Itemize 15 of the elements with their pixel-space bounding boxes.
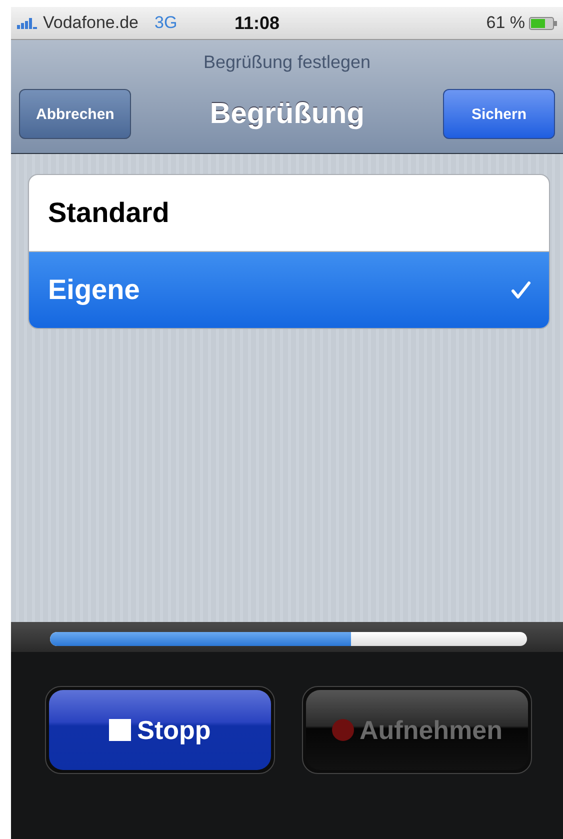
battery-percent: 61 % [486,13,525,33]
network-type: 3G [154,13,178,33]
save-button[interactable]: Sichern [442,89,555,139]
option-row[interactable]: Eigene [29,252,549,328]
checkmark-icon [511,281,531,299]
clock: 11:08 [234,12,280,34]
battery-icon [528,16,557,30]
signal-icon [17,17,39,29]
navigation-title: Begrüßung [210,98,364,130]
navigation-prompt: Begrüßung festlegen [202,51,372,74]
stop-icon [109,719,132,741]
cancel-button[interactable]: Abbrechen [19,89,132,139]
record-icon [332,719,354,741]
carrier-name: Vodafone.de [43,13,138,33]
stop-button[interactable]: Stopp [49,690,271,770]
